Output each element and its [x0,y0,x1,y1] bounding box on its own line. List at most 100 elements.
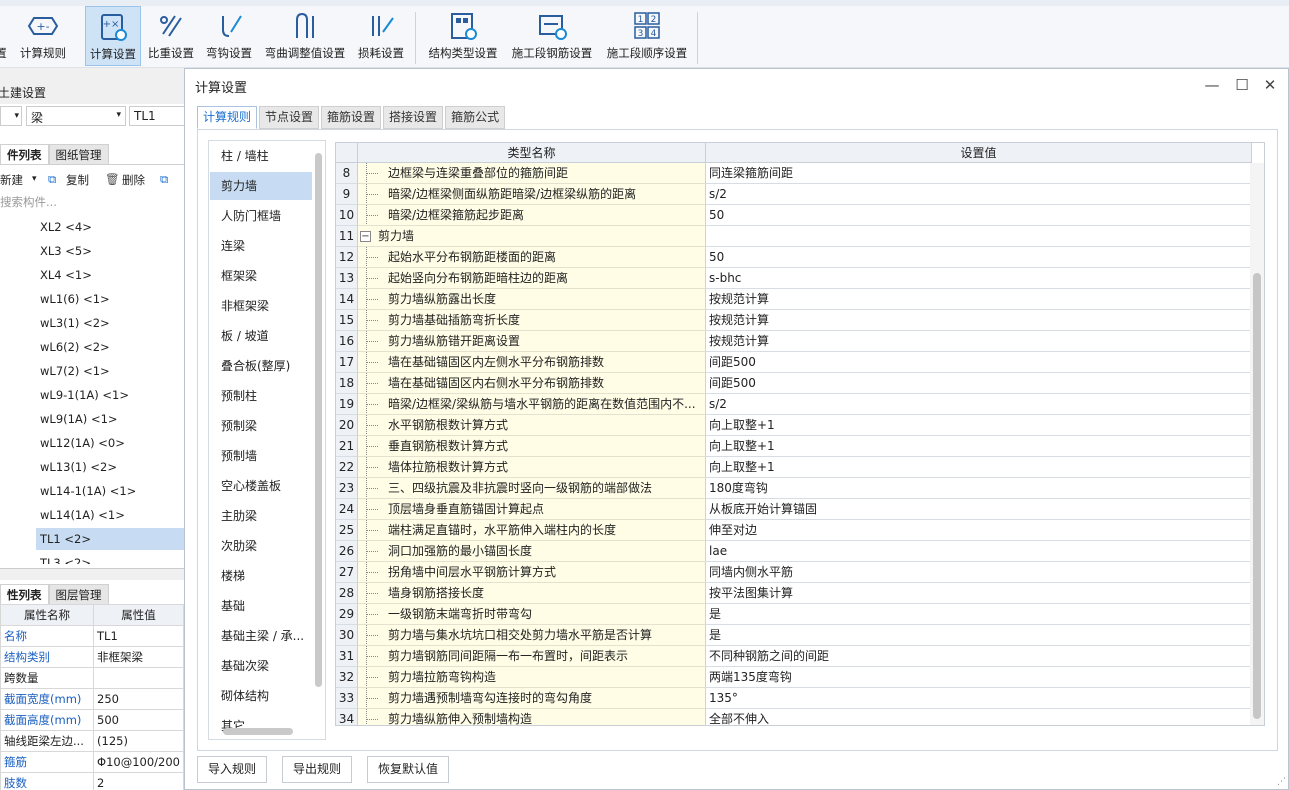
table-row[interactable]: 29 一级钢筋末端弯折时带弯勾 是 [336,604,1264,625]
row-value[interactable]: 不同种钢筋之间的间距 [706,646,1252,667]
table-row[interactable]: 34 剪力墙纵筋伸入预制墙构造 全部不伸入 [336,709,1264,725]
row-value[interactable]: 50 [706,205,1252,226]
grid-scrollbar-thumb[interactable] [1253,273,1261,719]
search-input[interactable]: 搜索构件... [0,194,184,212]
category-item[interactable]: 板 / 坡道 [210,322,312,350]
category-item[interactable]: 空心楼盖板 [210,472,312,500]
tab-drawing-manage[interactable]: 图纸管理 [48,144,109,164]
copy-button[interactable]: 复制 [66,172,89,188]
category-item[interactable]: 楼梯 [210,562,312,590]
row-value[interactable]: 从板底开始计算锚固 [706,499,1252,520]
list-item[interactable]: wL7(2) <1> [40,364,110,378]
row-value[interactable]: 伸至对边 [706,520,1252,541]
delete-button[interactable]: 删除 [122,172,145,188]
tab-calc-rules[interactable]: 计算规则 [197,106,258,129]
type-filter[interactable]: 梁 ▾ [26,106,126,126]
ribbon-button-calc-rules[interactable]: +- 计算规则 [16,6,70,66]
row-value[interactable]: 是 [706,604,1252,625]
category-item[interactable]: 非框架梁 [210,292,312,320]
table-row[interactable]: 32 剪力墙拉筋弯钩构造 两端135度弯钩 [336,667,1264,688]
row-value[interactable]: 向上取整+1 [706,436,1252,457]
table-row[interactable]: 11− 剪力墙 [336,226,1264,247]
prop-value[interactable] [93,667,184,689]
row-value[interactable]: 50 [706,247,1252,268]
category-item[interactable]: 柱 / 墙柱 [210,142,312,170]
prop-value[interactable]: 250 [93,688,184,710]
category-item[interactable]: 预制墙 [210,442,312,470]
ribbon-button-bend-adjust[interactable]: 弯曲调整值设置 [261,6,349,66]
row-value[interactable]: 间距500 [706,373,1252,394]
table-row[interactable]: 30 剪力墙与集水坑坑口相交处剪力墙水平筋是否计算 是 [336,625,1264,646]
row-value[interactable]: 向上取整+1 [706,415,1252,436]
table-row[interactable]: 9 暗梁/边框梁侧面纵筋距暗梁/边框梁纵筋的距离 s/2 [336,184,1264,205]
category-item[interactable]: 连梁 [210,232,312,260]
list-item[interactable]: wL13(1) <2> [40,460,117,474]
row-value[interactable]: 间距500 [706,352,1252,373]
table-row[interactable]: 27 拐角墙中间层水平钢筋计算方式 同墙内侧水平筋 [336,562,1264,583]
tab-stirrup-settings[interactable]: 箍筋设置 [321,106,382,129]
category-item[interactable]: 剪力墙 [210,172,312,200]
collapse-icon[interactable]: − [360,231,371,242]
table-row[interactable]: 13 起始竖向分布钢筋距暗柱边的距离 s-bhc [336,268,1264,289]
list-item[interactable]: XL2 <4> [40,220,92,234]
list-item[interactable]: XL4 <1> [40,268,92,282]
row-value[interactable]: s/2 [706,394,1252,415]
list-item[interactable]: XL3 <5> [40,244,92,258]
layer-copy-icon[interactable]: ⧉ [160,172,168,187]
tab-lap-settings[interactable]: 搭接设置 [383,106,444,129]
row-value[interactable]: 按平法图集计算 [706,583,1252,604]
list-item[interactable]: wL1(6) <1> [40,292,110,306]
table-row[interactable]: 15 剪力墙基础插筋弯折长度 按规范计算 [336,310,1264,331]
component-filter[interactable]: TL1 [129,106,185,126]
list-item[interactable]: wL14-1(1A) <1> [40,484,136,498]
table-row[interactable]: 8 边框梁与连梁重叠部位的箍筋间距 同连梁箍筋间距 [336,163,1264,184]
category-item[interactable]: 预制柱 [210,382,312,410]
table-row[interactable]: 12 起始水平分布钢筋距楼面的距离 50 [336,247,1264,268]
row-value[interactable]: 按规范计算 [706,310,1252,331]
table-row[interactable]: 33 剪力墙遇预制墙弯勾连接时的弯勾角度 135° [336,688,1264,709]
ribbon-button-hook-settings[interactable]: 弯钩设置 [202,6,256,66]
minimize-button[interactable]: — [1202,75,1222,95]
table-row[interactable]: 16 剪力墙纵筋错开距离设置 按规范计算 [336,331,1264,352]
category-item[interactable]: 叠合板(整厚) [210,352,312,380]
resize-grip-icon[interactable]: ⋰ [1277,777,1286,787]
row-value[interactable]: s/2 [706,184,1252,205]
row-value[interactable]: s-bhc [706,268,1252,289]
tab-node-settings[interactable]: 节点设置 [259,106,320,129]
category-scrollbar[interactable] [315,153,322,687]
category-hscrollbar[interactable] [223,728,293,735]
ribbon-button-calc-settings[interactable]: +× 计算设置 [85,6,141,66]
ribbon-button-weight-settings[interactable]: 比重设置 [145,6,197,66]
row-value[interactable]: 按规范计算 [706,331,1252,352]
row-value[interactable]: 全部不伸入 [706,709,1252,725]
prop-value[interactable]: (125) [93,730,184,752]
list-item[interactable]: wL9-1(1A) <1> [40,388,129,402]
row-value[interactable]: 同墙内侧水平筋 [706,562,1252,583]
tab-stirrup-formula[interactable]: 箍筋公式 [445,106,506,129]
chevron-down-icon[interactable]: ▾ [32,174,37,184]
maximize-button[interactable]: ☐ [1232,75,1252,95]
ribbon-button-structure-type[interactable]: 结构类型设置 [423,6,503,66]
category-item[interactable]: 人防门框墙 [210,202,312,230]
category-item[interactable]: 基础 [210,592,312,620]
table-row[interactable]: 14 剪力墙纵筋露出长度 按规范计算 [336,289,1264,310]
table-row[interactable]: 10 暗梁/边框梁箍筋起步距离 50 [336,205,1264,226]
tab-property-list[interactable]: 性列表 [0,584,49,604]
ribbon-button-stage-order[interactable]: 1234 施工段顺序设置 [601,6,693,66]
table-row[interactable]: 22 墙体拉筋根数计算方式 向上取整+1 [336,457,1264,478]
table-row[interactable]: 17 墙在基础锚固区内左侧水平分布钢筋排数 间距500 [336,352,1264,373]
row-value[interactable] [706,226,1252,247]
prop-value[interactable]: 500 [93,709,184,731]
table-row[interactable]: 23 三、四级抗震及非抗震时竖向一级钢筋的端部做法 180度弯钩 [336,478,1264,499]
table-row[interactable]: 19 暗梁/边框梁/梁纵筋与墙水平钢筋的距离在数值范围内不... s/2 [336,394,1264,415]
list-item[interactable]: TL3 <2> [40,556,91,564]
list-item[interactable]: wL14(1A) <1> [40,508,125,522]
list-item-selected[interactable]: TL1 <2> [40,532,91,546]
prop-value[interactable]: 非框架梁 [93,646,184,668]
row-value[interactable]: 两端135度弯钩 [706,667,1252,688]
prop-value[interactable]: TL1 [93,625,184,647]
table-row[interactable]: 26 洞口加强筋的最小锚固长度 lae [336,541,1264,562]
ribbon-button-loss-settings[interactable]: 损耗设置 [355,6,407,66]
list-item[interactable]: wL6(2) <2> [40,340,110,354]
splitter[interactable] [0,568,184,580]
